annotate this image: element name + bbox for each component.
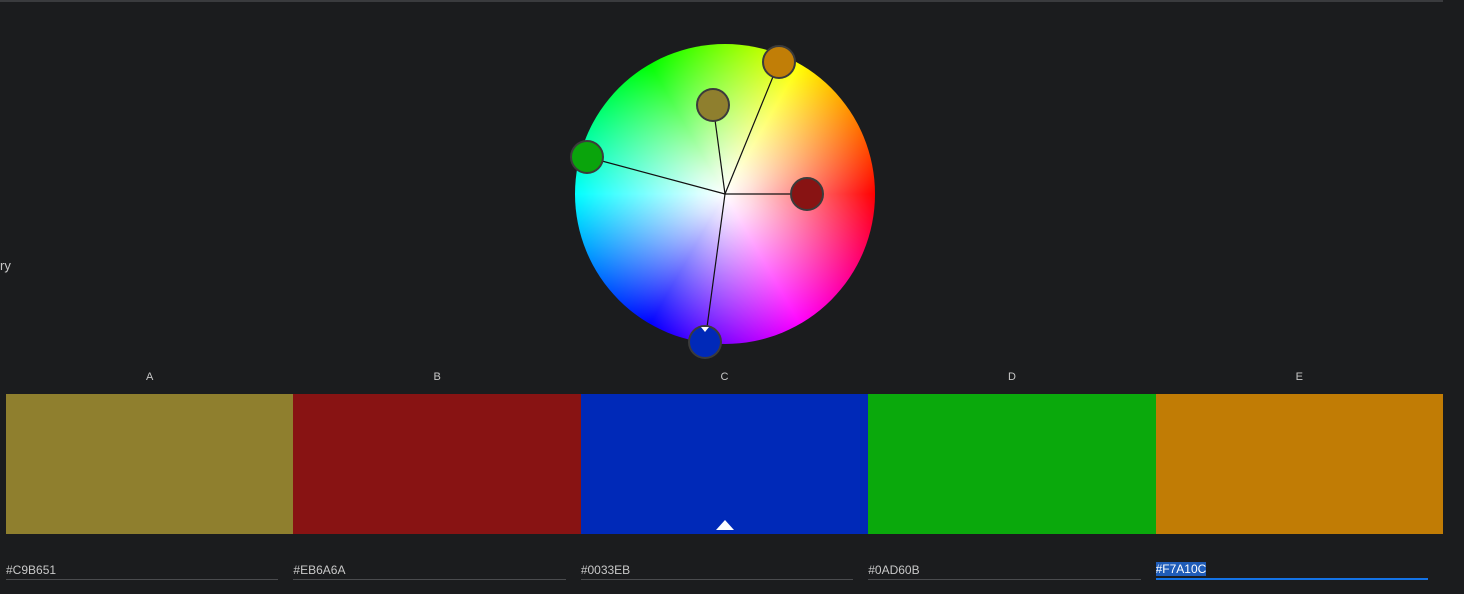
wheel-handle-d[interactable] <box>570 140 604 174</box>
hex-input-b[interactable] <box>293 560 566 580</box>
hex-inputs <box>6 560 1443 584</box>
color-harmony-editor: ry A B C D E <box>0 0 1464 594</box>
swatch-label-b: B <box>433 371 441 383</box>
swatch-labels: A B C D E <box>6 368 1443 386</box>
wheel-handle-e[interactable] <box>762 45 796 79</box>
harmony-line-e <box>724 61 780 195</box>
harmony-line-c <box>704 193 726 343</box>
color-wheel[interactable] <box>570 44 875 359</box>
swatch-label-e: E <box>1295 371 1303 383</box>
side-panel-text-fragment: ry <box>0 258 11 273</box>
swatch-label-d: D <box>1007 371 1016 383</box>
swatch-c[interactable] <box>580 394 869 534</box>
swatch-a[interactable] <box>6 394 294 534</box>
hex-input-c[interactable] <box>580 560 854 580</box>
swatch-d[interactable] <box>868 394 1156 534</box>
hex-input-a[interactable] <box>6 560 279 580</box>
hex-input-d[interactable] <box>868 560 1141 580</box>
selected-swatch-marker-icon <box>715 520 734 530</box>
wheel-handle-a[interactable] <box>696 88 730 122</box>
swatch-label-a: A <box>146 371 154 383</box>
swatch-e[interactable] <box>1155 394 1444 534</box>
swatch-b[interactable] <box>293 394 581 534</box>
hex-input-e[interactable] <box>1155 560 1429 580</box>
swatch-strip <box>6 394 1444 534</box>
swatch-label-c: C <box>720 371 729 383</box>
wheel-handle-b[interactable] <box>790 177 824 211</box>
top-divider <box>0 0 1443 2</box>
color-wheel-overlay <box>570 45 824 359</box>
harmony-line-d <box>586 156 726 195</box>
